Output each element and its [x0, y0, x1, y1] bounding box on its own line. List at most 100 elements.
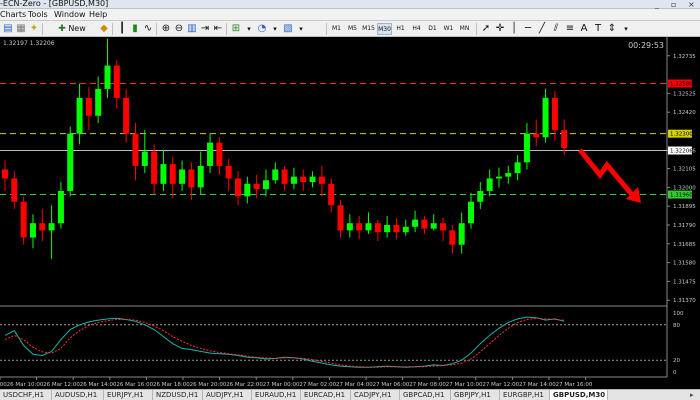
timeframe-h4[interactable]: H4	[409, 23, 424, 35]
dropdown-icon[interactable]: ▾	[620, 23, 632, 35]
bull-candle	[141, 151, 148, 166]
toolbar: ▤ ▦ ✦ ✚ New Order ◆ ┃ ▮ ∿ ⊕ ⊖ ▥ ⇥ ⇤ ⊞ ▾ …	[0, 21, 700, 45]
indicators-icon[interactable]: ⊞	[230, 23, 242, 35]
tab-gbpusd-m30[interactable]: GBPUSD,M30	[550, 390, 608, 400]
tab-gbpjpy-h1[interactable]: GBPJPY,H1	[451, 390, 500, 400]
cursor-icon[interactable]: ➚	[480, 23, 492, 35]
time-label: 27 Mar 16:00	[556, 382, 593, 388]
price-label: 1.31685	[673, 242, 696, 248]
tab-cadjpy-h1[interactable]: CADJPY,H1	[351, 390, 400, 400]
new-chart-icon[interactable]: ▤	[2, 23, 14, 35]
bear-candle	[20, 201, 27, 238]
price-label: 1.32525	[673, 91, 696, 97]
text-tool-icon[interactable]: A	[578, 23, 590, 35]
timeframe-m30[interactable]: M30	[377, 23, 392, 35]
vertical-line-icon[interactable]: │	[508, 23, 520, 35]
templates-icon[interactable]: ▧	[282, 23, 294, 35]
time-label: 27 Mar 06:00	[373, 382, 410, 388]
timeframe-w1[interactable]: W1	[441, 23, 456, 35]
profiles-icon[interactable]: ▦	[15, 23, 27, 35]
bear-candle	[393, 224, 400, 233]
time-label: 27 Mar 14:00	[519, 382, 556, 388]
bull-candle	[57, 190, 64, 224]
zoom-in-icon[interactable]: ⊕	[160, 23, 172, 35]
bull-candle	[505, 173, 512, 177]
menu-bar: Charts Tools Window Help	[0, 9, 700, 21]
tab-nzdusd-h1[interactable]: NZDUSD,H1	[153, 390, 203, 400]
timeframe-m1[interactable]: M1	[329, 23, 344, 35]
periodicity-icon[interactable]: ◔	[256, 23, 268, 35]
price-label: 1.31895	[673, 204, 696, 210]
tab-scroll-right-icon[interactable]: ▸	[690, 390, 694, 400]
tab-usdchf-h1[interactable]: USDCHF,H1	[0, 390, 52, 400]
tab-eurjpy-h1[interactable]: EURJPY,H1	[104, 390, 153, 400]
bull-candle	[76, 97, 83, 134]
bull-candle	[402, 226, 409, 233]
stoch-label: 100	[673, 311, 684, 317]
chart-shift-icon[interactable]: ⇤	[212, 23, 224, 35]
tab-eurcad-h1[interactable]: EURCAD,H1	[301, 390, 351, 400]
arrows-tool-icon[interactable]: ⇕	[606, 23, 618, 35]
bear-candle	[318, 176, 325, 184]
menu-window[interactable]: Window	[54, 10, 86, 20]
tab-audusd-h1[interactable]: AUDUSD,H1	[52, 390, 104, 400]
bear-candle	[328, 183, 335, 206]
tile-windows-icon[interactable]: ▥	[186, 23, 198, 35]
bear-candle	[132, 133, 139, 166]
bear-candle	[449, 230, 456, 245]
navigator-icon[interactable]: ✦	[28, 23, 40, 35]
line-chart-icon[interactable]: ∿	[142, 23, 154, 35]
menu-tools[interactable]: Tools	[28, 10, 48, 20]
chart-tabs: ▸ USDCHF,H1 AUDUSD,H1 EURJPY,H1 NZDUSD,H1 AU…	[0, 389, 700, 400]
time-label: 27 Mar 04:00	[336, 382, 373, 388]
bear-candle	[421, 219, 428, 229]
bull-candle	[523, 133, 530, 163]
timeframe-mn[interactable]: MN	[457, 23, 472, 35]
bull-candle	[290, 176, 297, 184]
horizontal-line-icon[interactable]: ─	[522, 23, 534, 35]
timeframe-d1[interactable]: D1	[425, 23, 440, 35]
bear-candle	[216, 142, 223, 166]
title-bar: -ECN-Zero - [GBPUSD,M30] _ ▫ ×	[0, 0, 700, 9]
close-icon[interactable]: ×	[688, 0, 695, 9]
bar-chart-icon[interactable]: ┃	[116, 23, 128, 35]
bull-candle	[495, 176, 502, 179]
bear-candle	[281, 169, 288, 184]
window-title: -ECN-Zero - [GBPUSD,M30]	[0, 0, 109, 8]
bull-candle	[412, 219, 419, 227]
time-label: 27 Mar 00:00	[263, 382, 300, 388]
price-marker-label: 1.32206	[670, 149, 693, 155]
chart-window[interactable]: 1.32197 1.32206 00:29:53 1.32735 1.32525 1.3…	[0, 37, 700, 389]
tab-audjpy-h1[interactable]: AUDJPY,H1	[203, 390, 252, 400]
timeframe-m15[interactable]: M15	[361, 23, 376, 35]
fibonacci-icon[interactable]: ≡	[564, 23, 576, 35]
autoscroll-icon[interactable]: ⇥	[199, 23, 211, 35]
maximize-icon[interactable]: ▫	[671, 0, 676, 9]
minimize-icon[interactable]: _	[655, 0, 659, 9]
stoch-label: 80	[673, 323, 680, 329]
expert-advisors-icon[interactable]: ◆	[98, 23, 110, 35]
bull-candle	[309, 176, 316, 183]
dropdown-icon[interactable]: ▾	[295, 23, 307, 35]
stoch-label: 0	[673, 370, 677, 376]
zoom-out-icon[interactable]: ⊖	[173, 23, 185, 35]
trendline-icon[interactable]: ╱	[536, 23, 548, 35]
timeframe-m5[interactable]: M5	[345, 23, 360, 35]
timeframe-h1[interactable]: H1	[393, 23, 408, 35]
menu-help[interactable]: Help	[89, 10, 107, 20]
bear-candle	[356, 223, 363, 231]
menu-charts[interactable]: Charts	[0, 10, 26, 20]
dropdown-icon[interactable]: ▾	[243, 23, 255, 35]
tab-eurgbp-h1[interactable]: EURGBP,H1	[500, 390, 550, 400]
dropdown-icon[interactable]: ▾	[269, 23, 281, 35]
channel-icon[interactable]: ⫽	[550, 23, 562, 35]
new-order-button[interactable]: ✚ New Order	[47, 23, 97, 45]
label-tool-icon[interactable]: T	[592, 23, 604, 35]
mt4-window: -ECN-Zero - [GBPUSD,M30] _ ▫ × Charts To…	[0, 0, 700, 400]
bear-candle	[39, 223, 46, 231]
tab-euraud-h1[interactable]: EURAUD,H1	[252, 390, 301, 400]
crosshair-icon[interactable]: ✛	[494, 23, 506, 35]
tab-gbpcad-h1[interactable]: GBPCAD,H1	[400, 390, 451, 400]
price-marker-label: 1.31960	[670, 193, 693, 199]
candlestick-icon[interactable]: ▮	[129, 23, 141, 35]
